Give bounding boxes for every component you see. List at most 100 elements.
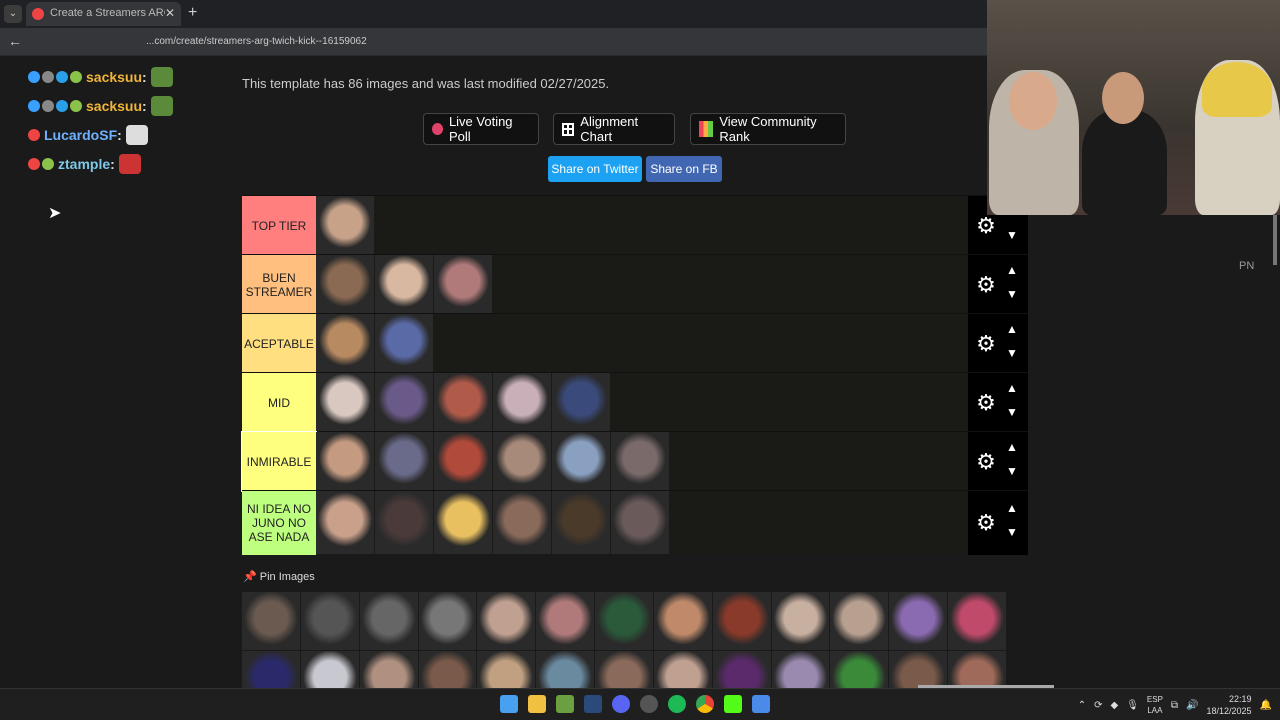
pool-image[interactable] [418, 592, 477, 650]
tier-image[interactable] [434, 432, 492, 490]
tier-image[interactable] [375, 373, 433, 431]
live-voting-poll-button[interactable]: Live Voting Poll [423, 113, 539, 145]
pool-image[interactable] [536, 592, 595, 650]
pool-image[interactable] [889, 592, 948, 650]
pool-image[interactable] [712, 592, 771, 650]
alignment-chart-button[interactable]: Alignment Chart [553, 113, 675, 145]
gear-icon[interactable]: ⚙ [974, 273, 998, 297]
tab-title: Create a Streamers ARG Twich... [50, 7, 165, 19]
move-down-icon[interactable]: ▼ [1004, 228, 1020, 242]
spotify-icon[interactable] [668, 695, 686, 713]
share-twitter-button[interactable]: Share on Twitter [548, 156, 642, 182]
volume-icon[interactable]: 🔊 [1186, 700, 1198, 711]
clock[interactable]: 22:19 18/12/2025 [1207, 693, 1252, 717]
steam-icon[interactable] [584, 695, 602, 713]
move-down-icon[interactable]: ▼ [1004, 464, 1020, 478]
pin-images-toggle[interactable]: 📌 Pin Images [243, 570, 315, 583]
tier-image[interactable] [611, 432, 669, 490]
security-icon[interactable]: ◆ [1110, 700, 1118, 711]
tier-image[interactable] [434, 255, 492, 313]
new-tab-button[interactable]: + [188, 4, 197, 22]
url-field[interactable]: ...com/create/streamers-arg-twich-kick--… [146, 36, 367, 47]
tier-image[interactable] [375, 491, 433, 554]
minecraft-icon[interactable] [556, 695, 574, 713]
file-explorer-icon[interactable] [528, 695, 546, 713]
chat-username: LucardoSF [44, 126, 118, 143]
network-icon[interactable]: ⧉ [1171, 700, 1178, 711]
pool-image[interactable] [948, 592, 1006, 650]
chevron-up-icon[interactable]: ⌃ [1078, 700, 1086, 711]
pool-image[interactable] [653, 592, 712, 650]
back-icon[interactable]: ← [8, 33, 22, 49]
tier-image[interactable] [316, 196, 374, 254]
tier-image[interactable] [493, 432, 551, 490]
gear-icon[interactable]: ⚙ [974, 332, 998, 356]
tier-image[interactable] [611, 491, 669, 554]
discord-icon[interactable] [612, 695, 630, 713]
view-community-rank-button[interactable]: View Community Rank [690, 113, 846, 145]
notifications-icon[interactable]: 🔔 [1260, 700, 1272, 711]
move-up-icon[interactable]: ▲ [1004, 263, 1020, 277]
tier-label[interactable]: TOP TIER [242, 196, 316, 255]
tier-image[interactable] [552, 432, 610, 490]
move-up-icon[interactable]: ▲ [1004, 440, 1020, 454]
obs-icon[interactable] [640, 695, 658, 713]
tier-image[interactable] [493, 373, 551, 431]
tier-label[interactable]: NI IDEA NO JUNO NO ASE NADA [242, 491, 316, 555]
pool-image[interactable] [242, 592, 300, 650]
vertical-scrollbar[interactable] [1273, 215, 1277, 265]
pool-image[interactable] [830, 592, 889, 650]
tab-search-icon[interactable]: ⌄ [4, 5, 22, 23]
share-fb-button[interactable]: Share on FB [646, 156, 722, 182]
move-up-icon[interactable]: ▲ [1004, 501, 1020, 515]
move-down-icon[interactable]: ▼ [1004, 405, 1020, 419]
tier-image[interactable] [316, 373, 374, 431]
gear-icon[interactable]: ⚙ [974, 391, 998, 415]
move-up-icon[interactable]: ▲ [1004, 381, 1020, 395]
tier-image[interactable] [552, 491, 610, 554]
tier-image[interactable] [434, 373, 492, 431]
start-icon[interactable] [500, 695, 518, 713]
language-indicator[interactable]: ESP LAA [1147, 694, 1163, 716]
chat-username: sacksuu [86, 68, 143, 85]
microphone-icon[interactable]: 🎙 [1126, 700, 1139, 711]
chrome-icon[interactable] [696, 695, 714, 713]
move-down-icon[interactable]: ▼ [1004, 287, 1020, 301]
chat-badges [28, 128, 40, 141]
gear-icon[interactable]: ⚙ [974, 511, 998, 535]
tier-image[interactable] [493, 491, 551, 554]
notepad-icon[interactable] [752, 695, 770, 713]
tier-label[interactable]: MID [242, 373, 316, 432]
gear-icon[interactable]: ⚙ [974, 214, 998, 238]
tier-label[interactable]: BUEN STREAMER [242, 255, 316, 314]
tier-image[interactable] [316, 432, 374, 490]
move-up-icon[interactable]: ▲ [1004, 322, 1020, 336]
tier-image[interactable] [552, 373, 610, 431]
tier-label[interactable]: INMIRABLE [241, 431, 317, 492]
tier-image[interactable] [316, 314, 374, 372]
gear-icon[interactable]: ⚙ [974, 450, 998, 474]
pool-image[interactable] [300, 592, 359, 650]
tier-image[interactable] [375, 432, 433, 490]
tier-image[interactable] [375, 255, 433, 313]
tier-image[interactable] [316, 255, 374, 313]
pool-image[interactable] [477, 592, 536, 650]
tier-image[interactable] [434, 491, 492, 554]
move-down-icon[interactable]: ▼ [1004, 346, 1020, 360]
badge-icon [28, 70, 40, 83]
close-tab-icon[interactable]: ✕ [165, 6, 175, 20]
pool-image[interactable] [595, 592, 653, 650]
tier-row: BUEN STREAMER ⚙ ▲ ▼ [242, 254, 1028, 314]
sync-icon[interactable]: ⟳ [1094, 700, 1102, 711]
kick-icon[interactable] [724, 695, 742, 713]
pool-image[interactable] [771, 592, 830, 650]
pool-image[interactable] [359, 592, 418, 650]
grid-icon [562, 122, 575, 136]
browser-tab[interactable]: Create a Streamers ARG Twich... ✕ [26, 2, 181, 26]
move-down-icon[interactable]: ▼ [1004, 525, 1020, 539]
tier-image[interactable] [316, 491, 374, 554]
tier-label[interactable]: ACEPTABLE [242, 314, 316, 373]
tier-controls: ⚙ ▲ ▼ [968, 373, 1028, 432]
emote-icon [118, 153, 141, 174]
tier-image[interactable] [375, 314, 433, 372]
